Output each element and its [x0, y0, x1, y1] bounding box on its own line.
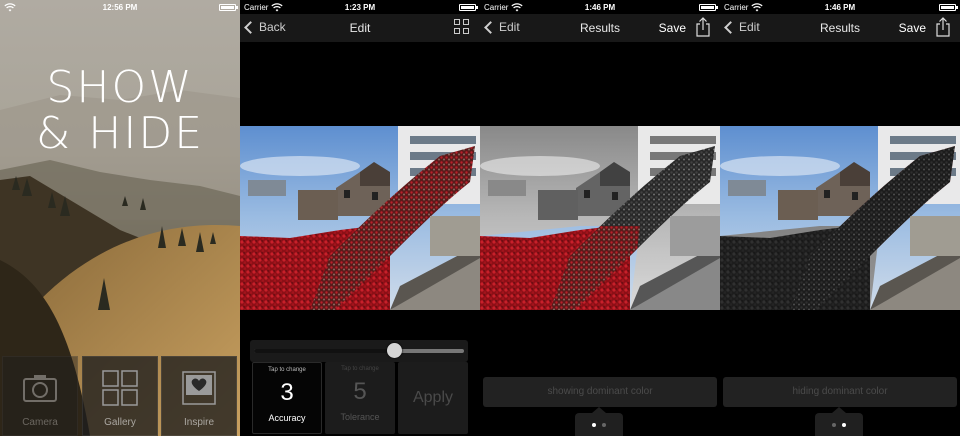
carrier-label: Carrier [484, 2, 509, 12]
camera-icon [23, 375, 57, 402]
nav-bar: Edit Results Save [720, 14, 960, 42]
battery-icon [698, 3, 718, 11]
inspire-button[interactable]: Inspire [161, 356, 237, 436]
inspire-label: Inspire [183, 417, 214, 428]
wifi-icon [271, 3, 283, 12]
wifi-icon [751, 3, 763, 12]
edit-photo [240, 126, 480, 310]
status-carrier: Carrier [724, 3, 801, 12]
status-time: 12:56 PM [102, 2, 138, 12]
tolerance-label: Tolerance [340, 412, 380, 422]
status-time: 1:46 PM [824, 2, 856, 12]
result-photo-color [480, 126, 720, 310]
status-carrier: Carrier [484, 3, 561, 12]
gallery-label: Gallery [104, 417, 136, 428]
page-dot [832, 422, 836, 427]
page-dot [602, 422, 606, 427]
home-screen: 12:56 PM SHOW & HIDE Camera Gallery Insp… [0, 0, 240, 436]
app-logo-line2: & HIDE [35, 108, 205, 159]
edit-screen: Carrier 1:23 PM Back Edit Tap to change … [240, 0, 480, 436]
accuracy-value: 3 [280, 379, 294, 406]
apply-button[interactable]: Apply [398, 362, 468, 434]
page-indicator[interactable] [575, 413, 623, 436]
accuracy-label: Accuracy [268, 413, 306, 423]
results-hide-screen: Carrier 1:46 PM Edit Results Save hiding… [720, 0, 960, 436]
status-carrier: Carrier [244, 3, 321, 12]
status-time: 1:23 PM [344, 2, 376, 12]
status-time: 1:46 PM [584, 2, 616, 12]
app-logo-line1: SHOW [46, 62, 194, 113]
heart-photo-icon [182, 371, 216, 405]
save-button[interactable]: Save [899, 21, 926, 35]
status-bar: Carrier 1:46 PM [480, 0, 720, 14]
save-button[interactable]: Save [659, 21, 686, 35]
grid-icon[interactable] [454, 19, 470, 35]
camera-label: Camera [22, 417, 58, 428]
result-photo-hidden [720, 126, 960, 310]
share-icon[interactable] [936, 17, 950, 37]
status-carrier [4, 3, 81, 12]
accuracy-hint: Tap to change [268, 367, 306, 373]
share-icon[interactable] [696, 17, 710, 37]
tolerance-value: 5 [353, 378, 367, 405]
battery-icon [218, 3, 238, 11]
slider-fill [254, 349, 395, 353]
status-bar: 12:56 PM [0, 0, 240, 14]
battery-icon [458, 3, 478, 11]
page-dot [842, 422, 846, 427]
tolerance-control[interactable]: Tap to change 5 Tolerance [325, 362, 395, 434]
camera-button[interactable]: Camera [2, 356, 78, 436]
page-title: Edit [349, 21, 371, 35]
mode-label[interactable]: hiding dominant color [723, 377, 957, 407]
status-bar: Carrier 1:23 PM [240, 0, 480, 14]
carrier-label: Carrier [244, 2, 269, 12]
wifi-icon [4, 3, 16, 12]
carrier-label: Carrier [724, 2, 749, 12]
accuracy-control[interactable]: Tap to change 3 Accuracy [252, 362, 322, 434]
battery-icon [938, 3, 958, 11]
wifi-icon [511, 3, 523, 12]
mode-label[interactable]: showing dominant color [483, 377, 717, 407]
page-indicator[interactable] [815, 413, 863, 436]
nav-bar: Edit Results Save [480, 14, 720, 42]
status-bar: Carrier 1:46 PM [720, 0, 960, 14]
accuracy-slider-track[interactable] [254, 349, 464, 353]
gallery-button[interactable]: Gallery [82, 356, 158, 436]
nav-bar: Back Edit [240, 14, 480, 42]
tolerance-hint: Tap to change [341, 366, 379, 372]
page-dot [592, 422, 596, 427]
grid-icon [102, 370, 138, 406]
results-show-screen: Carrier 1:46 PM Edit Results Save showin… [480, 0, 720, 436]
